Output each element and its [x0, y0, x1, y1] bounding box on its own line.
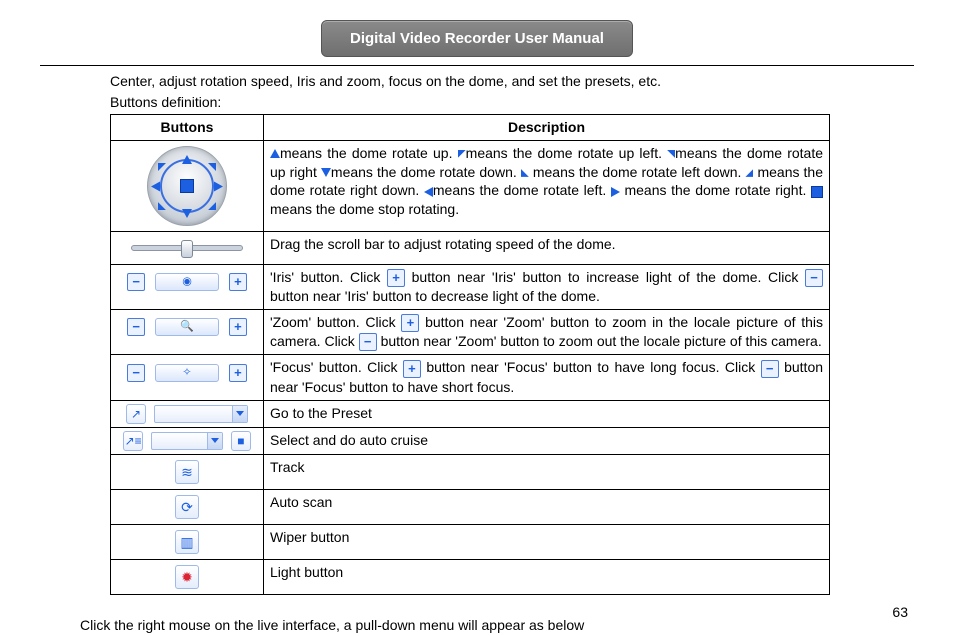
arrow-down-right-icon[interactable] — [208, 202, 216, 210]
arrow-down-icon[interactable] — [182, 209, 192, 218]
focus-minus-button[interactable] — [127, 364, 145, 382]
intro-line-1: Center, adjust rotation speed, Iris and … — [110, 72, 914, 91]
table-row: Drag the scroll bar to adjust rotating s… — [111, 231, 830, 264]
preset-select[interactable] — [154, 405, 248, 423]
autoscan-description: Auto scan — [264, 490, 830, 525]
iris-button[interactable]: ◉ — [155, 273, 219, 291]
iris-plus-button[interactable] — [229, 273, 247, 291]
stop-icon — [811, 186, 823, 198]
minus-icon — [359, 333, 377, 351]
minus-icon — [761, 360, 779, 378]
arrow-up-right-icon — [667, 150, 675, 158]
focus-plus-button[interactable] — [229, 364, 247, 382]
arrow-down-left-icon — [521, 169, 529, 177]
track-button[interactable]: ≋ — [175, 460, 199, 484]
th-description: Description — [264, 114, 830, 140]
table-row: ⟳ Auto scan — [111, 490, 830, 525]
table-row: ✹ Light button — [111, 560, 830, 595]
arrow-up-left-icon — [458, 150, 466, 158]
cruise-stop-button[interactable]: ■ — [231, 431, 251, 451]
table-row: ≋ Track — [111, 455, 830, 490]
autoscan-button[interactable]: ⟳ — [175, 495, 199, 519]
wave-icon: ≋ — [181, 464, 193, 480]
buttons-definition-table: Buttons Description — [110, 114, 830, 595]
table-row: ✧ 'Focus' button. Click button near 'Foc… — [111, 355, 830, 400]
intro-line-2: Buttons definition: — [110, 93, 914, 112]
wiper-button[interactable]: ▥ — [175, 530, 199, 554]
preset-description: Go to the Preset — [264, 400, 830, 427]
table-row: ↗≡ ■ Select and do auto cruise — [111, 427, 830, 454]
focus-icon: ✧ — [182, 365, 191, 380]
table-row: ▥ Wiper button — [111, 525, 830, 560]
arrow-right-icon — [611, 187, 620, 197]
arrow-up-icon[interactable] — [182, 155, 192, 164]
track-description: Track — [264, 455, 830, 490]
arrow-left-icon[interactable] — [151, 182, 160, 192]
table-row: means the dome rotate up. means the dome… — [111, 140, 830, 231]
focus-description: 'Focus' button. Click button near 'Focus… — [264, 355, 830, 400]
iris-icon: ◉ — [182, 275, 192, 290]
cruise-list-icon[interactable]: ↗≡ — [123, 431, 143, 451]
wiper-icon: ▥ — [180, 534, 193, 550]
table-row: ↗ Go to the Preset — [111, 400, 830, 427]
dpad-description: means the dome rotate up. means the dome… — [264, 140, 830, 231]
page-title: Digital Video Recorder User Manual — [321, 20, 633, 57]
page-number: 63 — [892, 604, 908, 620]
table-row: ◉ 'Iris' button. Click button near 'Iris… — [111, 264, 830, 309]
arrow-up-icon — [270, 149, 280, 158]
zoom-plus-button[interactable] — [229, 318, 247, 336]
arrow-down-left-icon[interactable] — [158, 202, 166, 210]
stop-icon[interactable] — [180, 179, 194, 193]
zoom-button[interactable]: 🔍 — [155, 318, 219, 336]
plus-icon — [403, 360, 421, 378]
minus-icon — [805, 269, 823, 287]
th-buttons: Buttons — [111, 114, 264, 140]
arrow-up-left-icon[interactable] — [158, 163, 166, 171]
light-icon: ✹ — [181, 569, 193, 585]
plus-icon — [387, 269, 405, 287]
zoom-icon: 🔍 — [180, 320, 194, 335]
zoom-description: 'Zoom' button. Click button near 'Zoom' … — [264, 309, 830, 355]
focus-button[interactable]: ✧ — [155, 364, 219, 382]
footer-text: Click the right mouse on the live interf… — [80, 617, 914, 633]
arrow-left-icon — [424, 187, 433, 197]
wiper-description: Wiper button — [264, 525, 830, 560]
zoom-minus-button[interactable] — [127, 318, 145, 336]
preset-go-icon[interactable]: ↗ — [126, 404, 146, 424]
cruise-description: Select and do auto cruise — [264, 427, 830, 454]
light-button[interactable]: ✹ — [175, 565, 199, 589]
rule — [40, 65, 914, 66]
rotate-icon: ⟳ — [181, 499, 193, 515]
light-description: Light button — [264, 560, 830, 595]
arrow-down-icon — [321, 168, 331, 177]
plus-icon — [401, 314, 419, 332]
iris-description: 'Iris' button. Click button near 'Iris' … — [264, 264, 830, 309]
iris-minus-button[interactable] — [127, 273, 145, 291]
speed-slider[interactable] — [131, 245, 243, 251]
cruise-select[interactable] — [151, 432, 223, 450]
table-row: 🔍 'Zoom' button. Click button near 'Zoom… — [111, 309, 830, 355]
ptz-dpad[interactable] — [147, 146, 227, 226]
slider-description: Drag the scroll bar to adjust rotating s… — [264, 231, 830, 264]
arrow-right-icon[interactable] — [214, 182, 223, 192]
arrow-up-right-icon[interactable] — [208, 163, 216, 171]
